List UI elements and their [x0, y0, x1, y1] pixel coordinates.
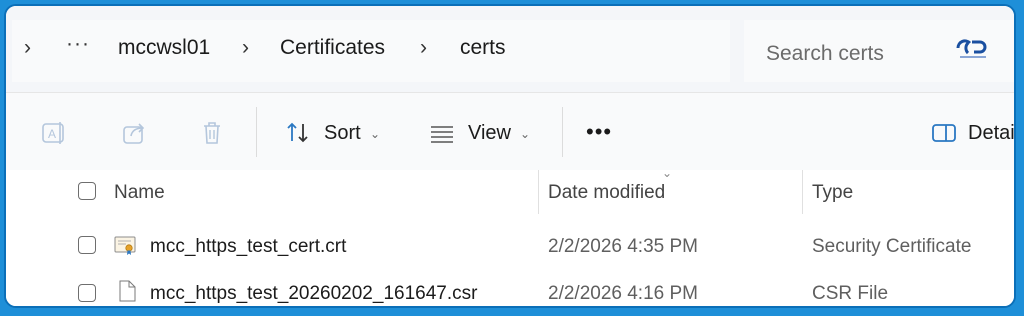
chevron-down-icon[interactable]: ⌄ — [370, 127, 380, 141]
chevron-right-icon[interactable]: › — [242, 36, 249, 60]
svg-text:A: A — [48, 127, 56, 141]
command-bar: A Sort ⌄ View ⌄ ••• Detail — [6, 92, 1014, 172]
file-name[interactable]: mcc_https_test_cert.crt — [150, 236, 346, 258]
delete-icon[interactable] — [198, 119, 226, 147]
address-bar-region: › ··· mccwsl01 › Certificates › certs Se… — [6, 6, 1014, 92]
file-list: ⌄ Name Date modified Type mcc_https_test… — [6, 166, 1014, 306]
breadcrumb-item-mccwsl01[interactable]: mccwsl01 — [118, 36, 210, 60]
file-date-modified: 2/2/2026 4:35 PM — [548, 236, 698, 257]
breadcrumb-item-certs[interactable]: certs — [460, 36, 506, 60]
search-box[interactable]: Search certs — [744, 20, 1014, 82]
details-button[interactable]: Detail — [968, 122, 1014, 145]
sort-indicator-icon: ⌄ — [662, 166, 673, 180]
row-checkbox[interactable] — [78, 284, 96, 302]
chevron-right-icon[interactable]: › — [420, 36, 427, 60]
file-explorer-window: › ··· mccwsl01 › Certificates › certs Se… — [4, 4, 1016, 308]
search-input[interactable]: Search certs — [766, 42, 884, 66]
view-icon[interactable] — [428, 119, 456, 147]
watermark-logo-icon — [956, 39, 987, 58]
column-header-name[interactable]: Name — [114, 182, 165, 204]
toolbar-divider — [256, 107, 257, 157]
chevron-down-icon[interactable]: ⌄ — [520, 127, 530, 141]
generic-file-icon — [119, 280, 136, 302]
column-divider[interactable] — [538, 170, 539, 214]
select-all-checkbox[interactable] — [78, 182, 96, 200]
breadcrumb-item-certificates[interactable]: Certificates — [280, 36, 385, 60]
view-button[interactable]: View — [468, 122, 511, 145]
sort-button[interactable]: Sort — [324, 122, 361, 145]
file-type: Security Certificate — [812, 236, 972, 257]
chevron-right-icon[interactable]: › — [24, 36, 31, 60]
file-date-modified: 2/2/2026 4:16 PM — [548, 283, 698, 304]
column-header-date-modified[interactable]: Date modified — [548, 182, 665, 204]
breadcrumb-overflow[interactable]: ··· — [66, 32, 90, 56]
details-pane-icon[interactable] — [930, 119, 958, 147]
column-header-type[interactable]: Type — [812, 182, 853, 204]
certificate-file-icon — [114, 236, 136, 255]
column-divider[interactable] — [802, 170, 803, 214]
toolbar-divider — [562, 107, 563, 157]
more-options-button[interactable]: ••• — [586, 119, 612, 145]
file-type: CSR File — [812, 283, 889, 304]
row-checkbox[interactable] — [78, 236, 96, 254]
sort-icon[interactable] — [284, 119, 312, 147]
share-icon[interactable] — [120, 119, 148, 147]
file-name[interactable]: mcc_https_test_20260202_161647.csr — [150, 283, 477, 305]
rename-icon[interactable]: A — [40, 119, 68, 147]
